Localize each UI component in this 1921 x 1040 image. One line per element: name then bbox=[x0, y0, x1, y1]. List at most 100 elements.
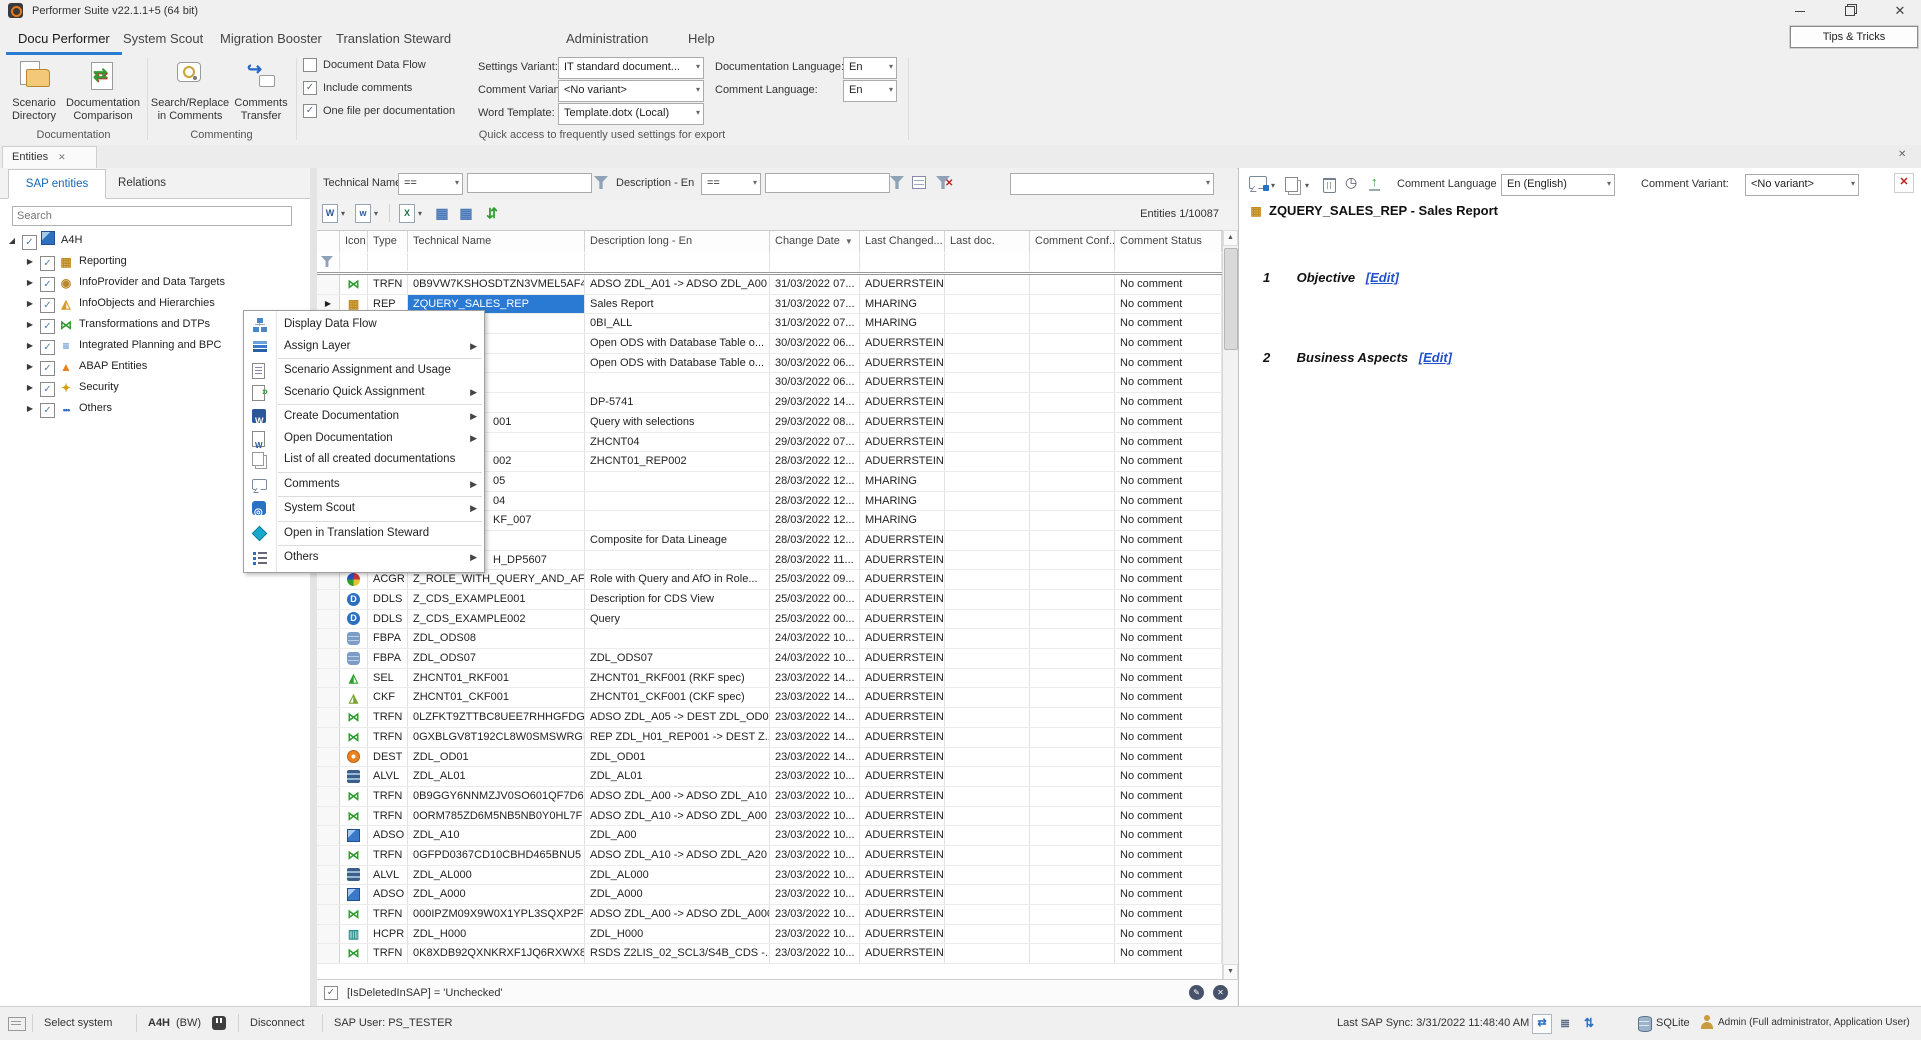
close-preview-icon[interactable]: ✕ bbox=[1894, 173, 1914, 193]
cell-last-changed[interactable]: MHARING bbox=[860, 314, 945, 333]
row-header-cell[interactable] bbox=[317, 787, 340, 806]
cell-comment-status[interactable]: No comment bbox=[1115, 590, 1222, 609]
cell-type[interactable]: ALVL bbox=[368, 866, 408, 885]
cell-change-date[interactable]: 24/03/2022 10... bbox=[770, 629, 860, 648]
table-row[interactable]: ⋈TRFN0ORM785ZD6M5NB5NB0Y0HL7FADSO ZDL_A1… bbox=[317, 807, 1222, 827]
cell-change-date[interactable]: 23/03/2022 10... bbox=[770, 925, 860, 944]
tree-checkbox[interactable] bbox=[40, 298, 55, 313]
close-tab-icon[interactable]: ✕ bbox=[58, 152, 66, 162]
cell-technical-name[interactable]: Z_CDS_EXAMPLE001 bbox=[408, 590, 585, 609]
tree-item-infoprovider-and-data-targets[interactable]: ▶◉InfoProvider and Data Targets bbox=[0, 272, 310, 293]
row-header-cell[interactable] bbox=[317, 728, 340, 747]
cell-comment-conf[interactable] bbox=[1030, 944, 1115, 963]
cell-type[interactable]: TRFN bbox=[368, 846, 408, 865]
cell-description[interactable]: Open ODS with Database Table o... bbox=[585, 334, 770, 353]
keyboard-icon[interactable] bbox=[8, 1017, 26, 1031]
menu-item-comments[interactable]: Comments▶ bbox=[244, 474, 484, 496]
table-row[interactable]: ADSOZDL_A000ZDL_A00023/03/2022 10...ADUE… bbox=[317, 885, 1222, 905]
cell-change-date[interactable]: 28/03/2022 12... bbox=[770, 511, 860, 530]
cell-change-date[interactable]: 28/03/2022 11... bbox=[770, 551, 860, 570]
cell-last-doc[interactable] bbox=[945, 511, 1030, 530]
cell-type[interactable]: TRFN bbox=[368, 787, 408, 806]
tab-help[interactable]: Help bbox=[676, 26, 727, 52]
cell-comment-status[interactable]: No comment bbox=[1115, 413, 1222, 432]
cell-last-changed[interactable]: ADUERRSTEIN bbox=[860, 866, 945, 885]
cell-comment-conf[interactable] bbox=[1030, 728, 1115, 747]
close-icon[interactable]: ✕ bbox=[1884, 0, 1916, 22]
cell-type[interactable]: DDLS bbox=[368, 590, 408, 609]
row-header-cell[interactable] bbox=[317, 866, 340, 885]
cell-last-doc[interactable] bbox=[945, 373, 1030, 392]
advanced-filter-icon[interactable] bbox=[912, 176, 926, 189]
tips-tricks-button[interactable]: Tips & Tricks bbox=[1790, 26, 1918, 48]
cell-last-changed[interactable]: ADUERRSTEIN bbox=[860, 452, 945, 471]
cell-icon[interactable]: ▥ bbox=[340, 925, 368, 944]
chevron-down-icon[interactable]: ▾ bbox=[1271, 181, 1275, 190]
cell-icon[interactable] bbox=[340, 866, 368, 885]
cell-description[interactable]: ADSO ZDL_A10 -> ADSO ZDL_A00 bbox=[585, 807, 770, 826]
cell-comment-status[interactable]: No comment bbox=[1115, 295, 1222, 314]
table-row[interactable]: ⋈TRFN0B9GGY6NNMZJV0SO601QF7D6ADSO ZDL_A0… bbox=[317, 787, 1222, 807]
technical-name-operator-select[interactable]: ==▾ bbox=[398, 173, 463, 195]
cell-technical-name[interactable]: ZHCNT01_CKF001 bbox=[408, 688, 585, 707]
filter-cell[interactable] bbox=[317, 253, 340, 271]
cell-description[interactable]: ZHCNT04 bbox=[585, 433, 770, 452]
cell-last-doc[interactable] bbox=[945, 610, 1030, 629]
cell-comment-conf[interactable] bbox=[1030, 688, 1115, 707]
cell-comment-status[interactable]: No comment bbox=[1115, 433, 1222, 452]
cell-last-changed[interactable]: ADUERRSTEIN bbox=[860, 413, 945, 432]
cell-change-date[interactable]: 23/03/2022 14... bbox=[770, 688, 860, 707]
cell-comment-status[interactable]: No comment bbox=[1115, 472, 1222, 491]
expand-icon[interactable]: ▶ bbox=[24, 251, 36, 272]
cell-change-date[interactable]: 28/03/2022 12... bbox=[770, 492, 860, 511]
column-header-icon[interactable]: Icon bbox=[340, 231, 368, 252]
tree-checkbox[interactable] bbox=[40, 256, 55, 271]
documentation-language-select[interactable]: En▾ bbox=[843, 57, 897, 79]
cell-change-date[interactable]: 28/03/2022 12... bbox=[770, 472, 860, 491]
cell-type[interactable]: TRFN bbox=[368, 807, 408, 826]
excel-export-icon[interactable]: X bbox=[399, 204, 415, 223]
table-row[interactable]: ACGRZ_ROLE_WITH_QUERY_AND_AFRole with Qu… bbox=[317, 570, 1222, 590]
cell-technical-name[interactable]: 0K8XDB92QXNKRXF1JQ6RXWX8 bbox=[408, 944, 585, 963]
menu-item-open-in-translation-steward[interactable]: Open in Translation Steward bbox=[244, 523, 484, 545]
cell-type[interactable]: SEL bbox=[368, 669, 408, 688]
expand-icon[interactable]: ▶ bbox=[24, 398, 36, 419]
cell-last-doc[interactable] bbox=[945, 885, 1030, 904]
cell-last-doc[interactable] bbox=[945, 688, 1030, 707]
cell-description[interactable] bbox=[585, 511, 770, 530]
cell-description[interactable]: Query with selections bbox=[585, 413, 770, 432]
cell-icon[interactable]: D bbox=[340, 590, 368, 609]
scrollbar-thumb[interactable] bbox=[1224, 248, 1238, 350]
cell-comment-conf[interactable] bbox=[1030, 570, 1115, 589]
cell-change-date[interactable]: 28/03/2022 12... bbox=[770, 531, 860, 550]
filter-cell[interactable] bbox=[860, 253, 945, 271]
cell-comment-conf[interactable] bbox=[1030, 551, 1115, 570]
cell-change-date[interactable]: 29/03/2022 08... bbox=[770, 413, 860, 432]
cell-last-doc[interactable] bbox=[945, 944, 1030, 963]
row-header-cell[interactable] bbox=[317, 748, 340, 767]
row-header-cell[interactable] bbox=[317, 807, 340, 826]
cell-last-changed[interactable]: ADUERRSTEIN bbox=[860, 826, 945, 845]
word-export-icon[interactable]: W bbox=[322, 204, 338, 223]
cell-description[interactable]: REP ZDL_H01_REP001 -> DEST Z... bbox=[585, 728, 770, 747]
cell-comment-conf[interactable] bbox=[1030, 787, 1115, 806]
cell-comment-conf[interactable] bbox=[1030, 433, 1115, 452]
cell-comment-status[interactable]: No comment bbox=[1115, 511, 1222, 530]
comment-icon[interactable] bbox=[1249, 176, 1267, 189]
cell-change-date[interactable]: 23/03/2022 10... bbox=[770, 885, 860, 904]
cell-last-changed[interactable]: ADUERRSTEIN bbox=[860, 787, 945, 806]
filter-cell[interactable] bbox=[408, 253, 585, 271]
column-header-description-long-en[interactable]: Description long - En bbox=[585, 231, 770, 252]
cell-description[interactable]: ADSO ZDL_A01 -> ADSO ZDL_A00 bbox=[585, 275, 770, 294]
cell-last-doc[interactable] bbox=[945, 629, 1030, 648]
cell-change-date[interactable]: 31/03/2022 07... bbox=[770, 275, 860, 294]
filter-cell[interactable] bbox=[1115, 253, 1222, 271]
table-row[interactable]: ◭SELZHCNT01_RKF001ZHCNT01_RKF001 (RKF sp… bbox=[317, 669, 1222, 689]
cell-comment-conf[interactable] bbox=[1030, 826, 1115, 845]
filter-layout-select[interactable]: ▾ bbox=[1010, 173, 1214, 195]
cell-comment-conf[interactable] bbox=[1030, 275, 1115, 294]
cell-comment-conf[interactable] bbox=[1030, 492, 1115, 511]
cell-last-changed[interactable]: ADUERRSTEIN bbox=[860, 846, 945, 865]
expand-icon[interactable]: ▶ bbox=[24, 377, 36, 398]
cell-change-date[interactable]: 23/03/2022 14... bbox=[770, 708, 860, 727]
